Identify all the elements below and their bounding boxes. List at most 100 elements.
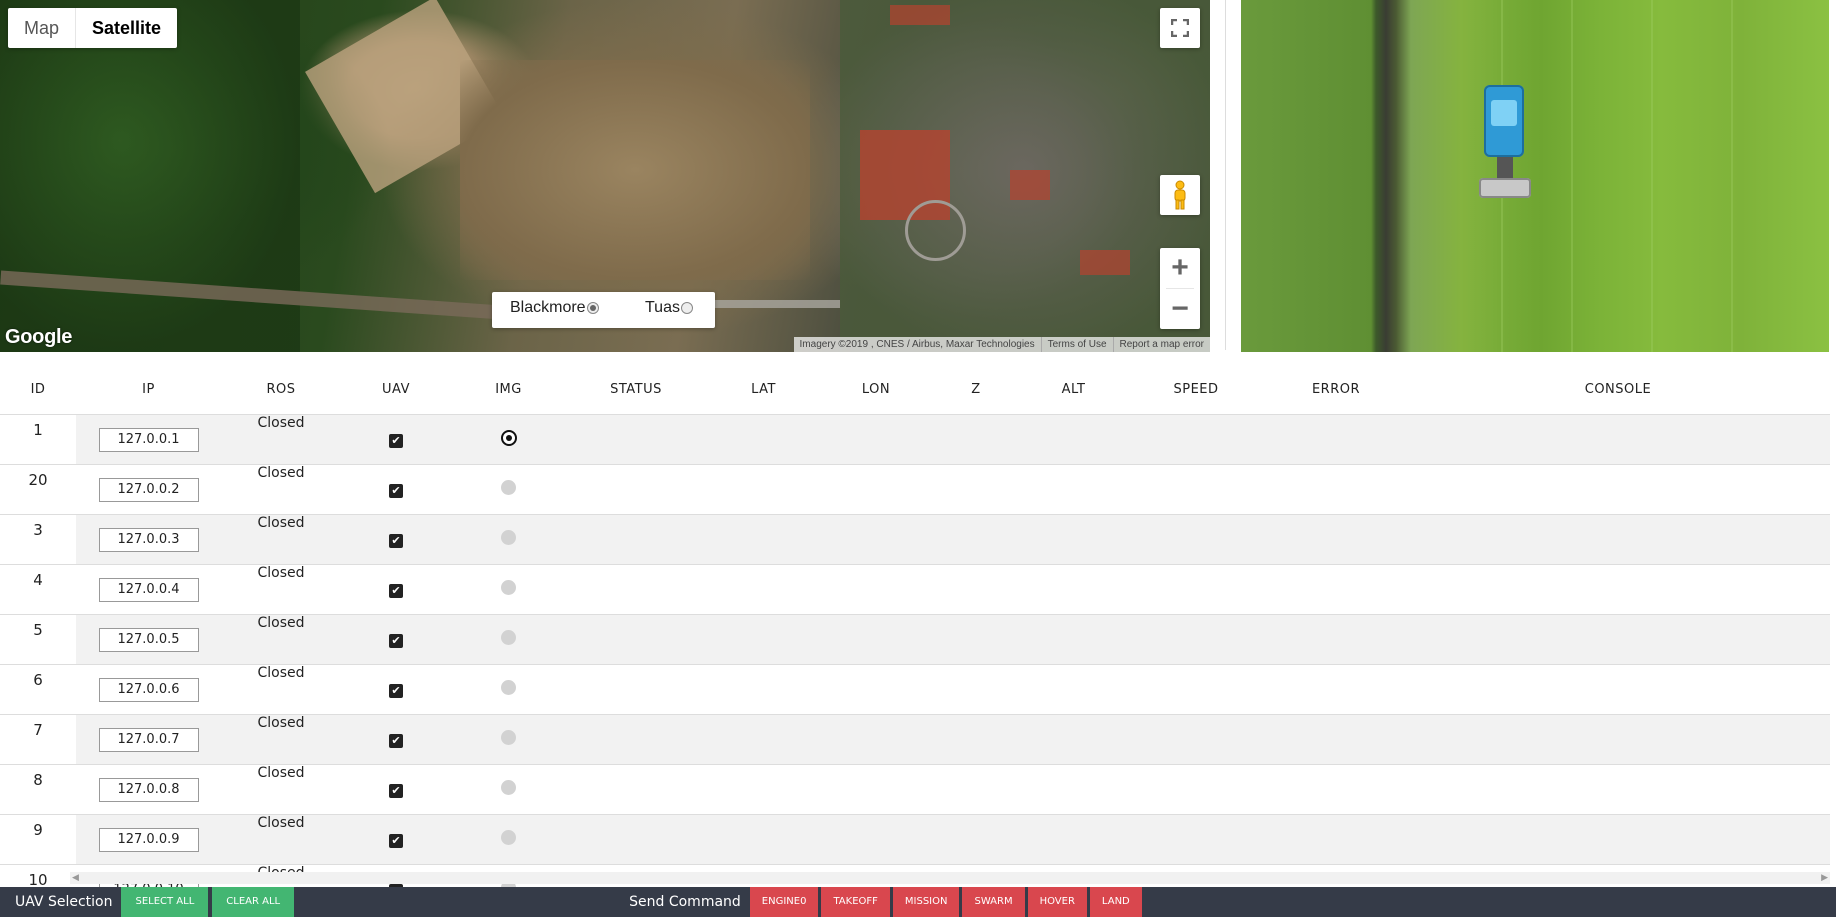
uav-ip-cell: [76, 814, 221, 865]
col-header-ip: IP: [142, 381, 155, 397]
field-mow-stripe: [1571, 0, 1573, 352]
lon-cell: [821, 564, 931, 615]
ros-status-cell: Closed: [221, 414, 341, 465]
img-source-radio[interactable]: [501, 680, 516, 695]
ip-input[interactable]: [98, 577, 199, 602]
site-radio-tuas[interactable]: [680, 302, 693, 314]
ip-input[interactable]: [98, 427, 199, 452]
zoom-out-button[interactable]: −: [1160, 289, 1200, 329]
tractor-roller: [1479, 178, 1531, 198]
img-source-radio[interactable]: [501, 580, 516, 595]
swarm-button[interactable]: SWARM: [962, 887, 1025, 917]
zoom-control: + −: [1160, 248, 1200, 329]
uav-selection-label: UAV Selection: [15, 894, 113, 910]
error-cell: [1266, 464, 1406, 515]
error-cell: [1266, 414, 1406, 465]
ros-status-text: Closed: [257, 415, 305, 431]
col-header-status: STATUS: [610, 381, 662, 397]
col-header-speed: SPEED: [1173, 381, 1219, 397]
table-row: 4 Closed ✔: [0, 564, 1830, 615]
uav-select-checkbox[interactable]: ✔: [389, 483, 403, 498]
terms-of-use-link[interactable]: Terms of Use: [1040, 337, 1107, 352]
ros-status-cell: Closed: [221, 764, 341, 815]
report-map-error-link[interactable]: Report a map error: [1112, 337, 1204, 352]
pegman-icon: [1174, 180, 1186, 210]
satellite-map[interactable]: Map Satellite + − Blackmore Tuas Google …: [0, 0, 1210, 352]
img-source-radio[interactable]: [501, 480, 516, 495]
ros-status-cell: Closed: [221, 464, 341, 515]
img-source-radio[interactable]: [501, 830, 516, 845]
mission-button[interactable]: MISSION: [892, 887, 960, 917]
uav-checkbox-cell: ✔: [341, 514, 451, 565]
uav-select-checkbox[interactable]: ✔: [389, 633, 403, 648]
uav-ip-cell: [76, 664, 221, 715]
zoom-in-button[interactable]: +: [1160, 248, 1200, 288]
lon-cell: [821, 814, 931, 865]
site-option-tuas[interactable]: Tuas: [645, 299, 693, 317]
alt-cell: [1021, 764, 1126, 815]
speed-cell: [1126, 664, 1266, 715]
engine0-button[interactable]: ENGINE0: [749, 887, 819, 917]
ip-input[interactable]: [98, 727, 199, 752]
img-source-radio[interactable]: [501, 530, 516, 545]
scroll-right-icon[interactable]: ▶: [1821, 872, 1828, 884]
ip-input[interactable]: [98, 527, 199, 552]
error-cell: [1266, 514, 1406, 565]
select-all-button[interactable]: SELECT ALL: [121, 887, 209, 917]
map-type-map-button[interactable]: Map: [8, 8, 75, 48]
status-cell: [566, 714, 706, 765]
uav-select-checkbox[interactable]: ✔: [389, 583, 403, 598]
status-cell: [566, 414, 706, 465]
ip-input[interactable]: [98, 627, 199, 652]
z-cell: [931, 614, 1021, 665]
status-cell: [566, 614, 706, 665]
clear-all-button[interactable]: CLEAR ALL: [212, 887, 295, 917]
imagery-credit: Imagery ©2019 , CNES / Airbus, Maxar Tec…: [799, 339, 1035, 350]
street-view-button[interactable]: [1160, 175, 1200, 215]
alt-cell: [1021, 664, 1126, 715]
site-radio-blackmore[interactable]: [586, 302, 599, 314]
hover-button[interactable]: HOVER: [1027, 887, 1087, 917]
img-source-radio[interactable]: [501, 780, 516, 795]
ros-status-text: Closed: [257, 515, 305, 531]
error-cell: [1266, 564, 1406, 615]
console-cell: [1406, 514, 1830, 565]
console-cell: [1406, 614, 1830, 665]
speed-cell: [1126, 464, 1266, 515]
uav-select-checkbox[interactable]: ✔: [389, 533, 403, 548]
uav-select-checkbox[interactable]: ✔: [389, 733, 403, 748]
ip-input[interactable]: [98, 827, 199, 852]
uav-select-checkbox[interactable]: ✔: [389, 833, 403, 848]
ip-input[interactable]: [98, 777, 199, 802]
ip-input[interactable]: [98, 477, 199, 502]
img-source-radio[interactable]: [501, 630, 516, 645]
map-type-satellite-button[interactable]: Satellite: [75, 8, 177, 48]
takeoff-button[interactable]: TAKEOFF: [821, 887, 890, 917]
img-source-radio[interactable]: [500, 429, 517, 446]
col-header-z: Z: [971, 381, 981, 397]
ip-input[interactable]: [98, 677, 199, 702]
uav-id-cell: 1: [0, 414, 76, 465]
uav-camera-feed: [1241, 0, 1829, 352]
status-cell: [566, 464, 706, 515]
ros-status-text: Closed: [257, 665, 305, 681]
site-option-blackmore[interactable]: Blackmore: [510, 299, 599, 317]
uav-select-checkbox[interactable]: ✔: [389, 783, 403, 798]
fullscreen-button[interactable]: [1160, 8, 1200, 48]
ros-status-text: Closed: [257, 715, 305, 731]
status-cell: [566, 514, 706, 565]
alt-cell: [1021, 614, 1126, 665]
z-cell: [931, 564, 1021, 615]
console-cell: [1406, 464, 1830, 515]
col-header-alt: ALT: [1061, 381, 1086, 397]
img-source-radio[interactable]: [501, 730, 516, 745]
scroll-left-icon[interactable]: ◀: [72, 872, 79, 884]
land-button[interactable]: LAND: [1089, 887, 1142, 917]
tractor-cab: [1491, 100, 1517, 126]
map-roof-block: [1010, 170, 1050, 200]
uav-select-checkbox[interactable]: ✔: [389, 433, 403, 448]
ros-status-text: Closed: [257, 615, 305, 631]
uav-select-checkbox[interactable]: ✔: [389, 683, 403, 698]
error-cell: [1266, 764, 1406, 815]
horizontal-scrollbar[interactable]: ◀ ▶: [70, 872, 1830, 884]
